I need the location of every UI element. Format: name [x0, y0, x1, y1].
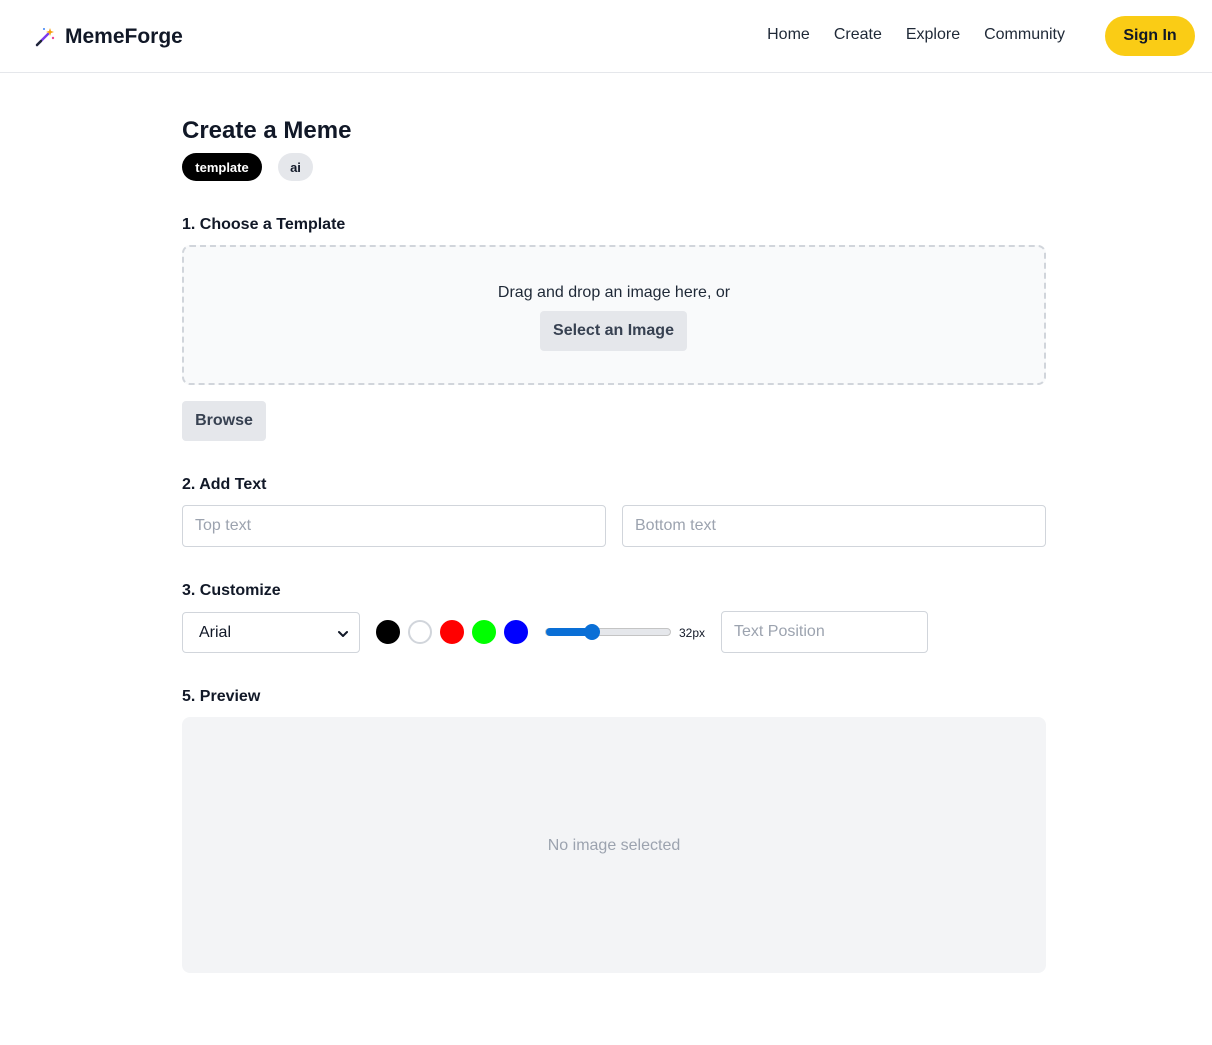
choose-template-label: 1. Choose a Template [182, 216, 346, 233]
brand-logo[interactable]: MemeForge [34, 24, 183, 50]
nav-link-community[interactable]: Community [984, 26, 1065, 44]
bottom-text-input[interactable] [622, 505, 1046, 547]
customize-label: 3. Customize [182, 582, 281, 599]
font-size-slider[interactable] [545, 628, 671, 636]
select-image-button[interactable]: Select an Image [540, 311, 687, 351]
color-swatch-red[interactable] [440, 620, 464, 644]
tab-template[interactable]: template [182, 153, 262, 181]
magic-wand-icon [34, 26, 56, 48]
font-select[interactable]: Arial [182, 612, 360, 653]
color-swatch-blue[interactable] [504, 620, 528, 644]
color-swatch-black[interactable] [376, 620, 400, 644]
meme-preview: No image selected [182, 717, 1046, 973]
font-size-label: 32px [679, 626, 706, 640]
top-navbar: MemeForge Home Create Explore Community … [0, 0, 1212, 73]
brand-name: MemeForge [65, 25, 183, 48]
preview-label: 5. Preview [182, 688, 261, 705]
chevron-down-icon [337, 627, 349, 639]
nav-link-create[interactable]: Create [834, 26, 882, 44]
dropzone-text: Drag and drop an image here, or [497, 284, 731, 301]
text-position-input[interactable] [721, 611, 928, 653]
page-title: Create a Meme [182, 117, 352, 144]
font-select-value: Arial [199, 623, 232, 641]
image-dropzone[interactable]: Drag and drop an image here, or Select a… [182, 245, 1046, 385]
top-text-input[interactable] [182, 505, 606, 547]
nav-link-home[interactable]: Home [767, 26, 810, 44]
add-text-label: 2. Add Text [182, 476, 267, 493]
tab-ai[interactable]: ai [278, 153, 313, 181]
color-swatch-white[interactable] [408, 620, 432, 644]
font-size-slider-thumb[interactable] [583, 624, 600, 640]
preview-empty-text: No image selected [547, 837, 681, 854]
color-swatch-green[interactable] [472, 620, 496, 644]
nav-link-explore[interactable]: Explore [906, 26, 960, 44]
browse-button[interactable]: Browse [182, 401, 266, 441]
sign-in-button[interactable]: Sign In [1105, 16, 1195, 56]
nav-links: Home Create Explore Community [767, 26, 1065, 44]
